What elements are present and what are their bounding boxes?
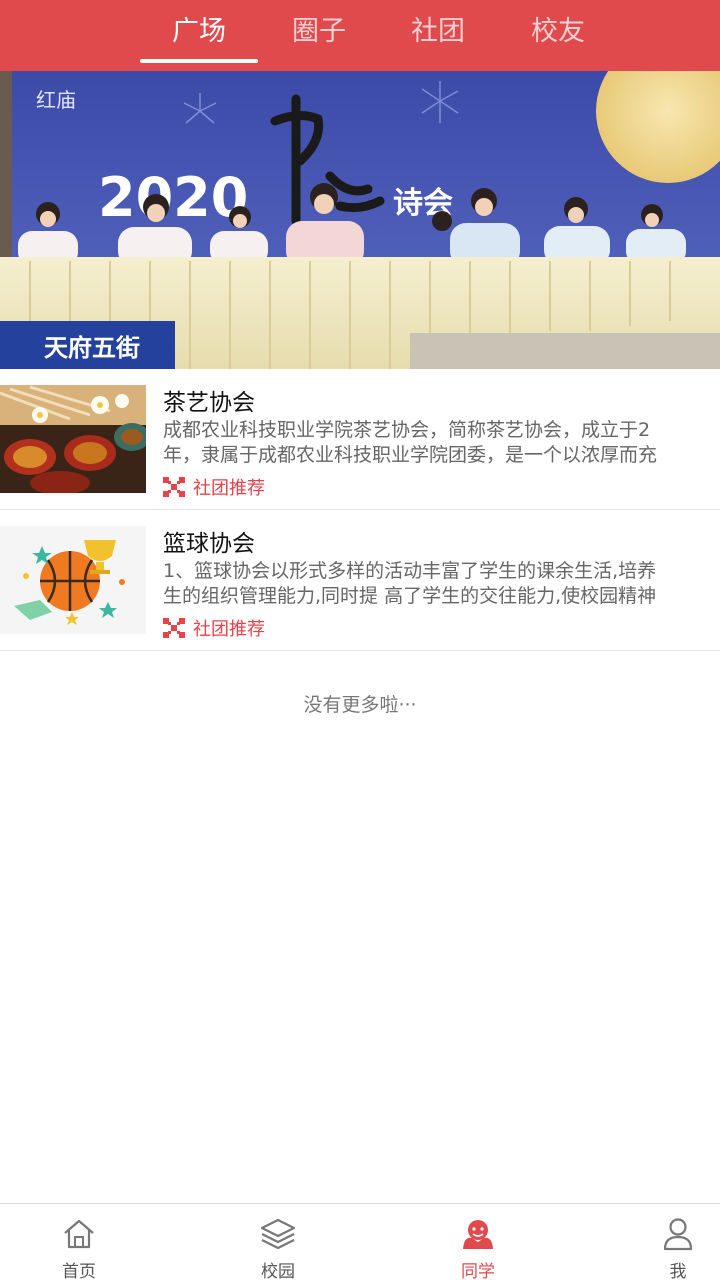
item-title: 茶艺协会 (163, 390, 255, 416)
nav-classmates[interactable]: 同学 (438, 1204, 518, 1280)
list-item[interactable]: 茶艺协会 成都农业科技职业学院茶艺协会，简称茶艺协会，成立于2 年，隶属于成都农… (0, 369, 720, 510)
banner-carousel[interactable]: 红庙 2020 诗会 天府五街 (0, 71, 720, 369)
nav-label: 校园 (261, 1262, 295, 1280)
tag-label: 社团推荐 (193, 619, 265, 640)
item-description-line: 1、篮球协会以形式多样的活动丰富了学生的课余生活,培养 (163, 560, 657, 582)
tab-alumni[interactable]: 校友 (498, 0, 618, 71)
club-tag-icon (163, 618, 185, 638)
basketball-club-thumbnail (0, 526, 146, 634)
tea-club-thumbnail (0, 385, 146, 493)
active-tab-indicator (140, 59, 258, 63)
home-icon (64, 1219, 94, 1249)
club-recommend-tag: 社团推荐 (163, 475, 265, 499)
top-tab-bar: 广场 圈子 社团 校友 (0, 0, 720, 71)
layers-icon (260, 1218, 296, 1250)
item-description: 成都农业科技职业学院茶艺协会，简称茶艺协会，成立于2 年，隶属于成都农业科技职业… (163, 418, 720, 468)
club-recommend-tag: 社团推荐 (163, 616, 265, 640)
nav-label: 我 (669, 1262, 687, 1280)
nav-campus[interactable]: 校园 (238, 1204, 318, 1280)
no-more-indicator: 没有更多啦··· (303, 694, 417, 716)
item-description: 1、篮球协会以形式多样的活动丰富了学生的课余生活,培养 生的组织管理能力,同时提… (163, 559, 720, 609)
bottom-navigation: 首页 校园 同学 我 (0, 1203, 720, 1280)
banner-logo: 红庙 (36, 88, 76, 112)
banner-location: 天府五街 (44, 334, 140, 362)
nav-me[interactable]: 我 (638, 1204, 718, 1280)
list-item[interactable]: 篮球协会 1、篮球协会以形式多样的活动丰富了学生的课余生活,培养 生的组织管理能… (0, 510, 720, 651)
tag-label: 社团推荐 (193, 478, 265, 499)
user-icon (663, 1218, 693, 1251)
tab-circle[interactable]: 圈子 (259, 0, 379, 71)
item-description-line: 年，隶属于成都农业科技职业学院团委，是一个以浓厚而充 (163, 444, 658, 466)
item-title: 篮球协会 (163, 531, 255, 557)
item-description-line: 生的组织管理能力,同时提 高了学生的交往能力,使校园精神 (163, 585, 657, 607)
banner-year: 2020 (98, 166, 248, 229)
tab-clubs[interactable]: 社团 (378, 0, 498, 71)
club-list: 茶艺协会 成都农业科技职业学院茶艺协会，简称茶艺协会，成立于2 年，隶属于成都农… (0, 369, 720, 651)
classmates-icon (463, 1220, 493, 1249)
club-tag-icon (163, 477, 185, 497)
banner-image: 红庙 2020 诗会 天府五街 (0, 71, 720, 369)
nav-label: 首页 (62, 1262, 96, 1280)
item-description-line: 成都农业科技职业学院茶艺协会，简称茶艺协会，成立于2 (163, 419, 651, 441)
nav-label: 同学 (461, 1262, 495, 1280)
nav-home[interactable]: 首页 (39, 1204, 119, 1280)
